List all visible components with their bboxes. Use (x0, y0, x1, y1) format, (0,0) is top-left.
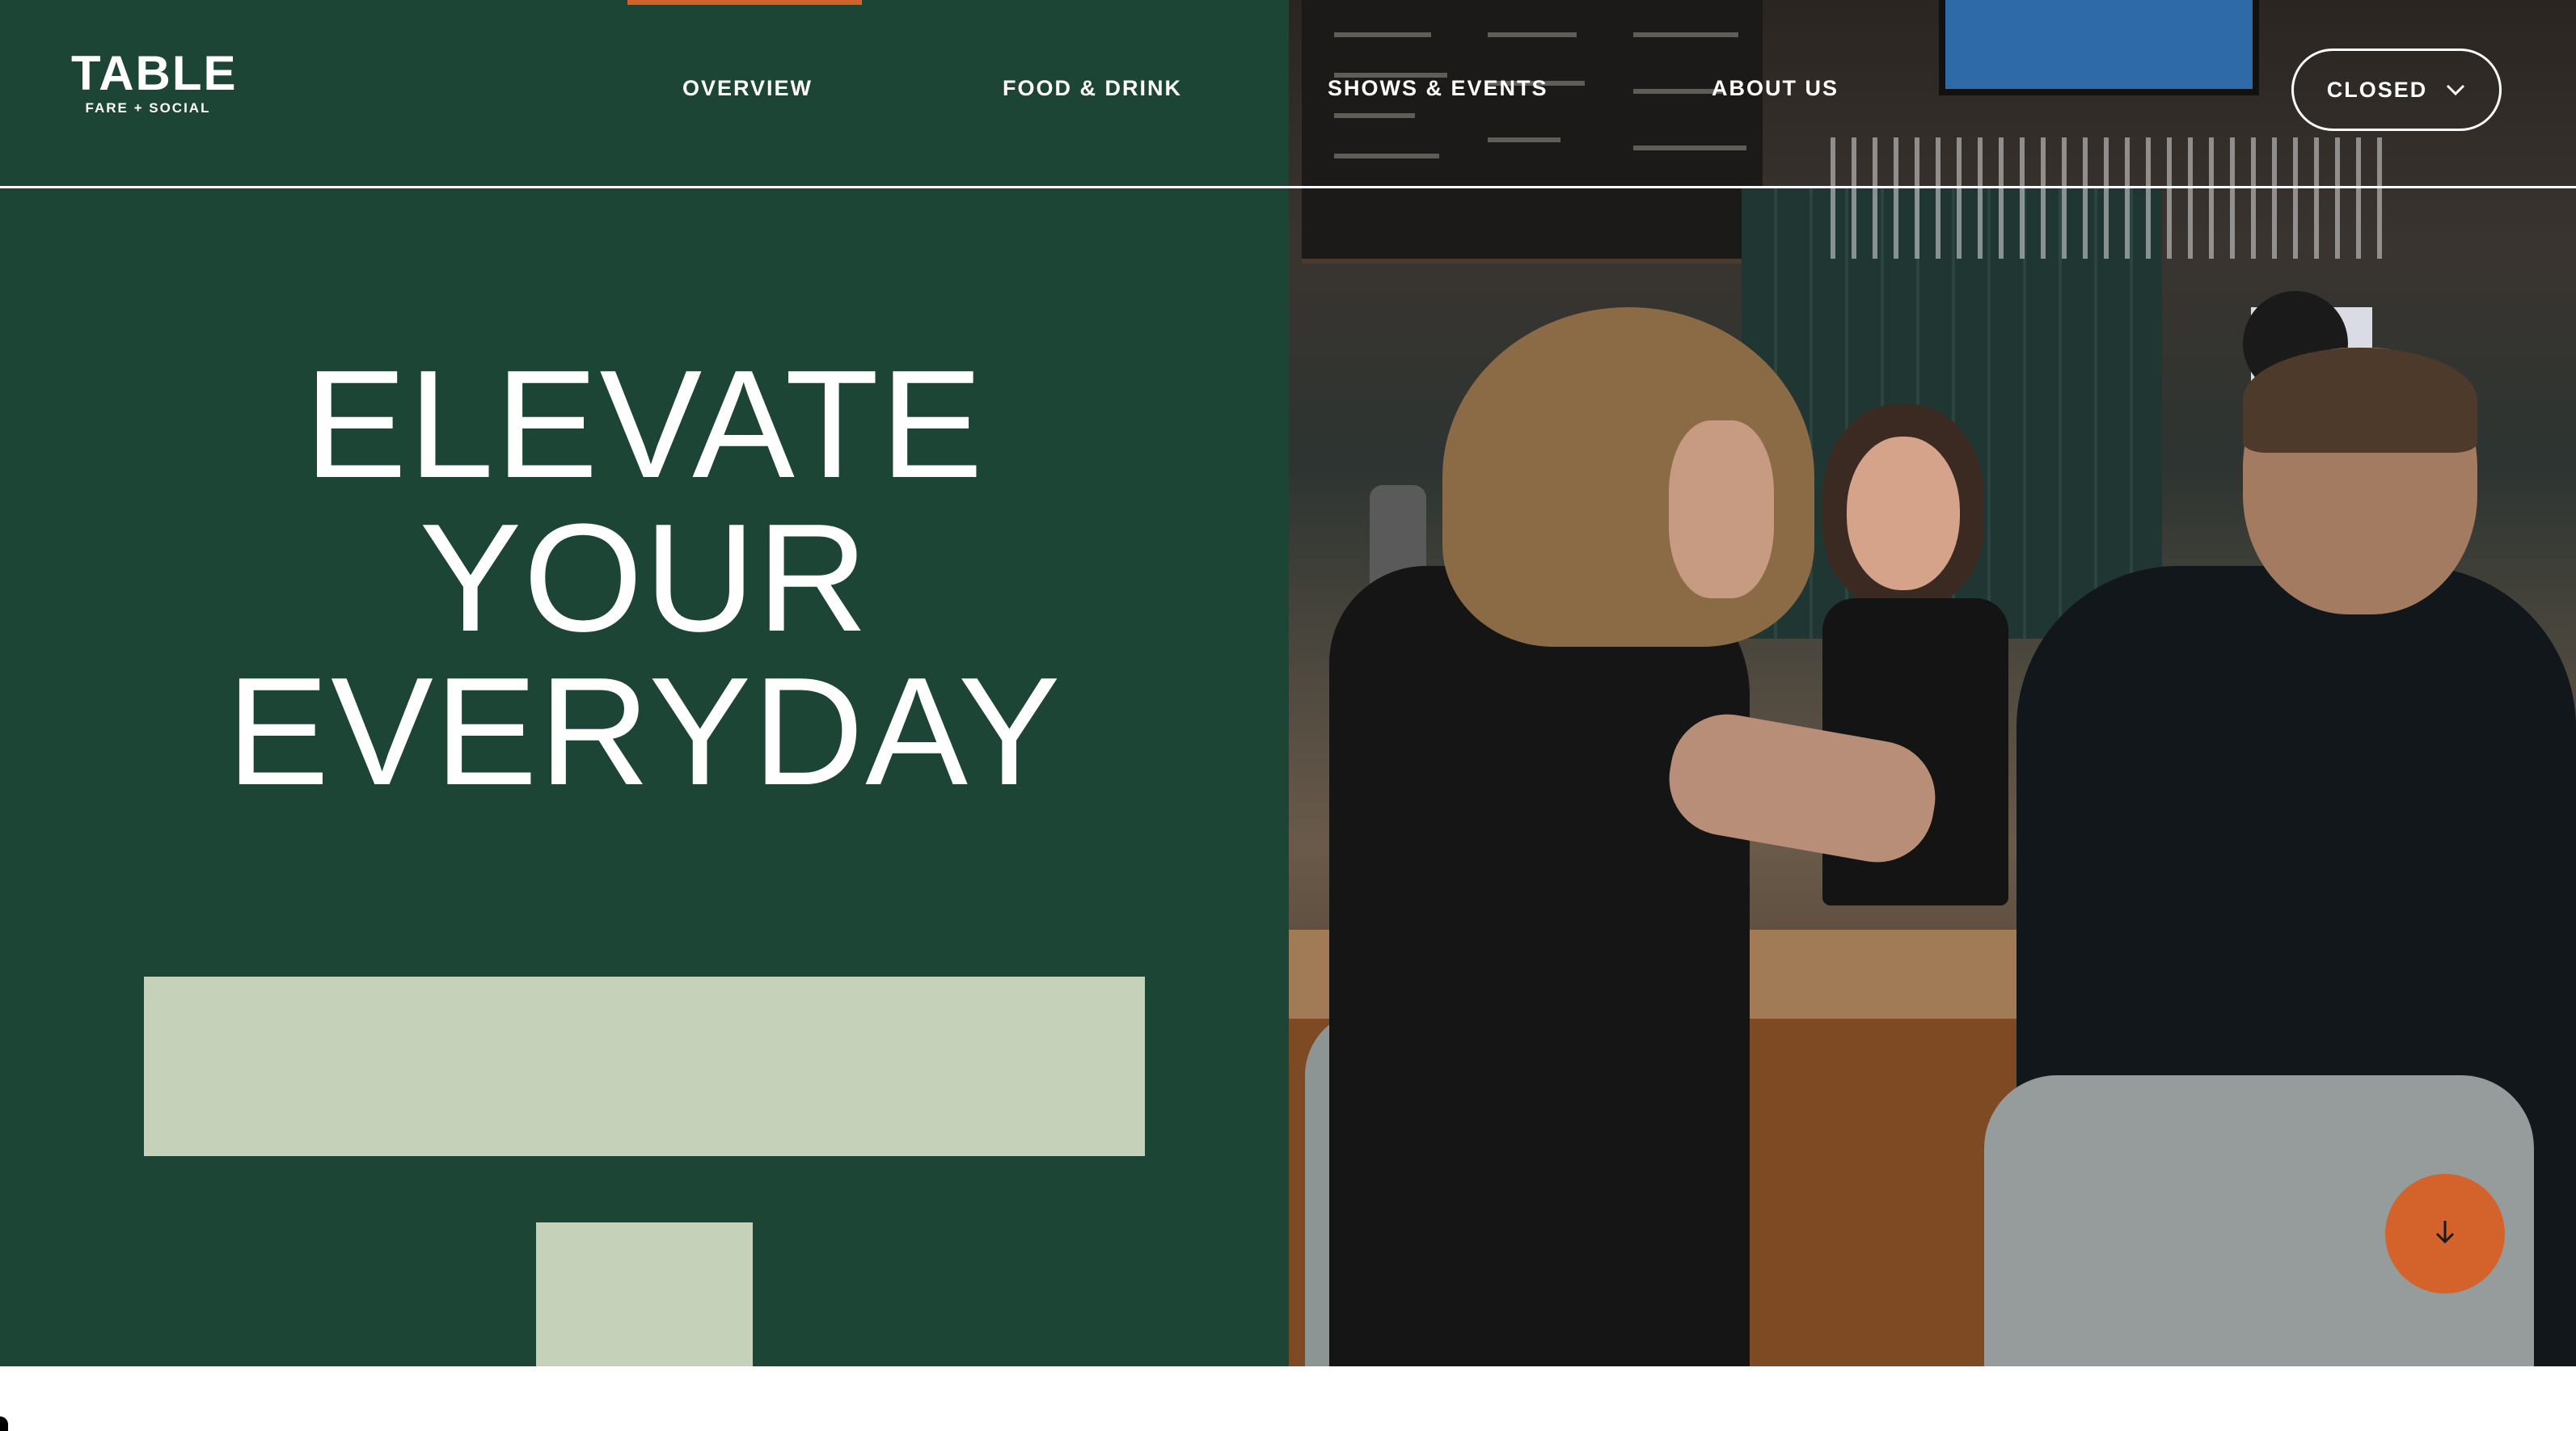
photo-tv (1939, 0, 2259, 95)
photo-guest-woman-face (1669, 420, 1774, 598)
photo-bartender-face (1847, 437, 1960, 590)
headline-line-1: ELEVATE (304, 339, 985, 510)
headline-line-3: EVERYDAY (226, 646, 1062, 817)
headline-line-2: YOUR (419, 492, 870, 664)
hero-section: ELEVATE YOUR EVERYDAY TABLE FARE + SOCIA… (0, 0, 2576, 1366)
decorative-block-small (536, 1222, 753, 1366)
nav-item-overview[interactable]: OVERVIEW (682, 76, 813, 101)
header-divider (0, 186, 2576, 188)
hero-photo (1289, 0, 2576, 1366)
arrow-down-icon (2429, 1216, 2461, 1252)
hero-left-panel: ELEVATE YOUR EVERYDAY (0, 0, 1289, 1366)
photo-guest-man-hair (2243, 348, 2477, 453)
site-logo[interactable]: TABLE FARE + SOCIAL (71, 46, 238, 116)
hours-status-label: CLOSED (2326, 77, 2428, 102)
hero-headline: ELEVATE YOUR EVERYDAY (0, 348, 1289, 808)
scroll-down-button[interactable] (2385, 1174, 2505, 1294)
photo-glass-rack (1831, 137, 2397, 259)
hours-status-dropdown[interactable]: CLOSED (2291, 49, 2502, 131)
decorative-block-wide (144, 977, 1145, 1156)
nav-item-shows-events[interactable]: SHOWS & EVENTS (1328, 76, 1548, 101)
nav-item-food-drink[interactable]: FOOD & DRINK (1003, 76, 1182, 101)
below-fold-area (0, 1366, 2576, 1431)
nav-item-about-us[interactable]: ABOUT US (1712, 76, 1839, 101)
nav-active-indicator (627, 0, 862, 5)
logo-title: TABLE (71, 46, 238, 100)
chevron-down-icon (2445, 78, 2466, 103)
logo-subtitle: FARE + SOCIAL (85, 100, 211, 116)
photo-menu-board (1302, 0, 1763, 264)
photo-guest-woman-body (1329, 566, 1750, 1366)
